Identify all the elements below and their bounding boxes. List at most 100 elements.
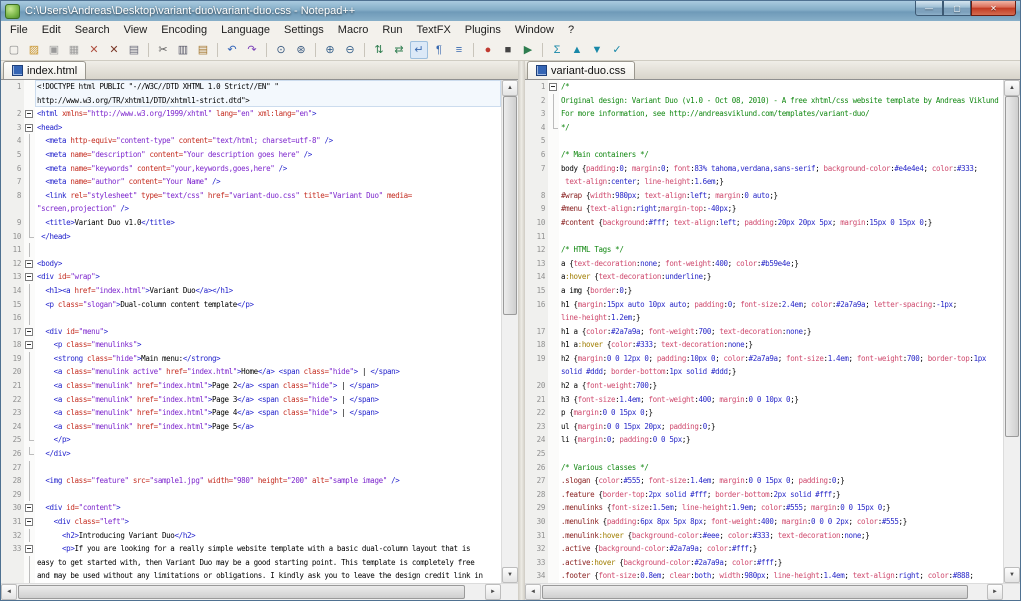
code-text[interactable]: <link rel="stylesheet" type="text/css" h…: [35, 189, 501, 203]
horizontal-scrollbar-thumb[interactable]: [542, 585, 968, 599]
sort-ascending-icon[interactable]: ▲: [568, 41, 586, 59]
fold-collapse-icon[interactable]: [25, 124, 33, 132]
code-text[interactable]: .active:hover {background-color:#2a7a9a;…: [559, 556, 1003, 570]
fold-collapse-icon[interactable]: [25, 341, 33, 349]
left-vertical-scrollbar[interactable]: ▲ ▼: [501, 80, 518, 583]
new-file-icon[interactable]: ▢: [5, 41, 23, 59]
code-text[interactable]: .feature {border-top:2px solid #fff; bor…: [559, 488, 1003, 502]
code-text[interactable]: <a class="menulink" href="index.html">Pa…: [35, 420, 501, 434]
code-text[interactable]: <img class="feature" src="sample1.jpg" w…: [35, 474, 501, 488]
code-text[interactable]: #wrap {width:980px; text-align:left; mar…: [559, 189, 1003, 203]
code-text[interactable]: h1 {margin:15px auto 10px auto; padding:…: [559, 298, 1003, 312]
scroll-right-button[interactable]: ►: [987, 584, 1003, 600]
code-text[interactable]: .menulink {padding:6px 8px 5px 8px; font…: [559, 515, 1003, 529]
indent-guide-icon[interactable]: ≡: [450, 41, 468, 59]
scroll-right-button[interactable]: ►: [485, 584, 501, 600]
close-file-icon[interactable]: ✕: [85, 41, 103, 59]
code-text[interactable]: .slogan {color:#555; font-size:1.4em; ma…: [559, 474, 1003, 488]
code-text[interactable]: <a class="menulink active" href="index.h…: [35, 365, 501, 379]
code-text[interactable]: [559, 134, 1003, 148]
pane-splitter[interactable]: [518, 61, 525, 600]
code-text[interactable]: .active {background-color:#2a7a9a; color…: [559, 542, 1003, 556]
menu-language[interactable]: Language: [214, 22, 277, 38]
menu-window[interactable]: Window: [508, 22, 561, 38]
code-text[interactable]: <meta http-equiv="content-type" content=…: [35, 134, 501, 148]
code-text[interactable]: .footer {font-size:0.8em; clear:both; wi…: [559, 569, 1003, 583]
fold-collapse-icon[interactable]: [25, 518, 33, 526]
macro-stop-icon[interactable]: ■: [499, 41, 517, 59]
title-bar[interactable]: C:\Users\Andreas\Desktop\variant-duo\var…: [1, 1, 1020, 21]
menu-view[interactable]: View: [117, 22, 155, 38]
menu-file[interactable]: File: [3, 22, 35, 38]
code-text[interactable]: [35, 243, 501, 257]
code-text[interactable]: <html xmlns="http://www.w3.org/1999/xhtm…: [35, 107, 501, 121]
show-all-characters-icon[interactable]: ¶: [430, 41, 448, 59]
code-text[interactable]: */: [559, 121, 1003, 135]
code-text[interactable]: <head>: [35, 121, 501, 135]
code-text[interactable]: .menulinks {font-size:1.5em; line-height…: [559, 501, 1003, 515]
copy-icon[interactable]: ▥: [174, 41, 192, 59]
code-text[interactable]: /*: [559, 80, 1003, 94]
code-text[interactable]: .menulink:hover {background-color:#eee; …: [559, 529, 1003, 543]
code-text[interactable]: h2 a {font-weight:700;}: [559, 379, 1003, 393]
code-text[interactable]: <!DOCTYPE html PUBLIC "-//W3C//DTD XHTML…: [35, 80, 501, 94]
code-text[interactable]: p {margin:0 0 15px 0;}: [559, 406, 1003, 420]
code-text[interactable]: <h1><a href="index.html">Variant Duo</a>…: [35, 284, 501, 298]
scrollbar-track[interactable]: [17, 584, 485, 600]
zoom-out-icon[interactable]: ⊖: [341, 41, 359, 59]
menu-edit[interactable]: Edit: [35, 22, 68, 38]
vertical-scrollbar-thumb[interactable]: [1005, 96, 1019, 437]
close-button[interactable]: ✕: [971, 1, 1016, 16]
code-text[interactable]: </div>: [35, 447, 501, 461]
code-text[interactable]: For more information, see http://andreas…: [559, 107, 1003, 121]
code-text[interactable]: http://www.w3.org/TR/xhtml1/DTD/xhtml1-s…: [35, 94, 501, 108]
code-text[interactable]: [35, 311, 501, 325]
scrollbar-track[interactable]: [1004, 96, 1020, 567]
find-icon[interactable]: ⊙: [272, 41, 290, 59]
save-icon[interactable]: ▣: [45, 41, 63, 59]
code-text[interactable]: <p class="menulinks">: [35, 338, 501, 352]
code-text[interactable]: <p class="slogan">Dual-column content te…: [35, 298, 501, 312]
print-icon[interactable]: ▤: [125, 41, 143, 59]
undo-icon[interactable]: ↶: [223, 41, 241, 59]
fold-collapse-icon[interactable]: [25, 110, 33, 118]
sync-scroll-horizontal-icon[interactable]: ⇄: [390, 41, 408, 59]
code-text[interactable]: /* Various classes */: [559, 461, 1003, 475]
redo-icon[interactable]: ↷: [243, 41, 261, 59]
code-editor-right[interactable]: 1/*2Original design: Variant Duo (v1.0 -…: [525, 80, 1003, 583]
code-text[interactable]: #content {background:#fff; text-align:le…: [559, 216, 1003, 230]
sync-scroll-vertical-icon[interactable]: ⇅: [370, 41, 388, 59]
code-text[interactable]: h3 {font-size:1.4em; font-weight:400; ma…: [559, 393, 1003, 407]
fold-collapse-icon[interactable]: [25, 545, 33, 553]
code-text[interactable]: a {text-decoration:none; font-weight:400…: [559, 257, 1003, 271]
right-vertical-scrollbar[interactable]: ▲ ▼: [1003, 80, 1020, 583]
menu-search[interactable]: Search: [68, 22, 117, 38]
code-text[interactable]: <a class="menulink" href="index.html">Pa…: [35, 379, 501, 393]
scroll-left-button[interactable]: ◄: [525, 584, 541, 600]
menu-macro[interactable]: Macro: [331, 22, 376, 38]
code-text[interactable]: <p>If you are looking for a really simpl…: [35, 542, 501, 556]
scroll-left-button[interactable]: ◄: [1, 584, 17, 600]
code-text[interactable]: line-height:1.2em;}: [559, 311, 1003, 325]
code-text[interactable]: </head>: [35, 230, 501, 244]
fold-collapse-icon[interactable]: [549, 83, 557, 91]
scroll-down-button[interactable]: ▼: [502, 567, 518, 583]
code-text[interactable]: </p>: [35, 433, 501, 447]
replace-icon[interactable]: ⊛: [292, 41, 310, 59]
menu-help[interactable]: ?: [561, 22, 581, 38]
macro-record-icon[interactable]: ●: [479, 41, 497, 59]
code-text[interactable]: and may be used without any limitations …: [35, 569, 501, 583]
code-text[interactable]: [35, 488, 501, 502]
code-text[interactable]: body {padding:0; margin:0; font:83% taho…: [559, 162, 1003, 176]
code-editor-left[interactable]: 1<!DOCTYPE html PUBLIC "-//W3C//DTD XHTM…: [1, 80, 501, 583]
code-text[interactable]: <div id="wrap">: [35, 270, 501, 284]
scroll-up-button[interactable]: ▲: [1004, 80, 1020, 96]
code-text[interactable]: h1 a:hover {color:#333; text-decoration:…: [559, 338, 1003, 352]
code-text[interactable]: [559, 230, 1003, 244]
right-horizontal-scrollbar[interactable]: ◄ ►: [525, 583, 1020, 600]
menu-encoding[interactable]: Encoding: [154, 22, 214, 38]
paste-icon[interactable]: ▤: [194, 41, 212, 59]
code-text[interactable]: <a class="menulink" href="index.html">Pa…: [35, 393, 501, 407]
maximize-button[interactable]: ▢: [943, 1, 971, 16]
code-text[interactable]: <div id="content">: [35, 501, 501, 515]
